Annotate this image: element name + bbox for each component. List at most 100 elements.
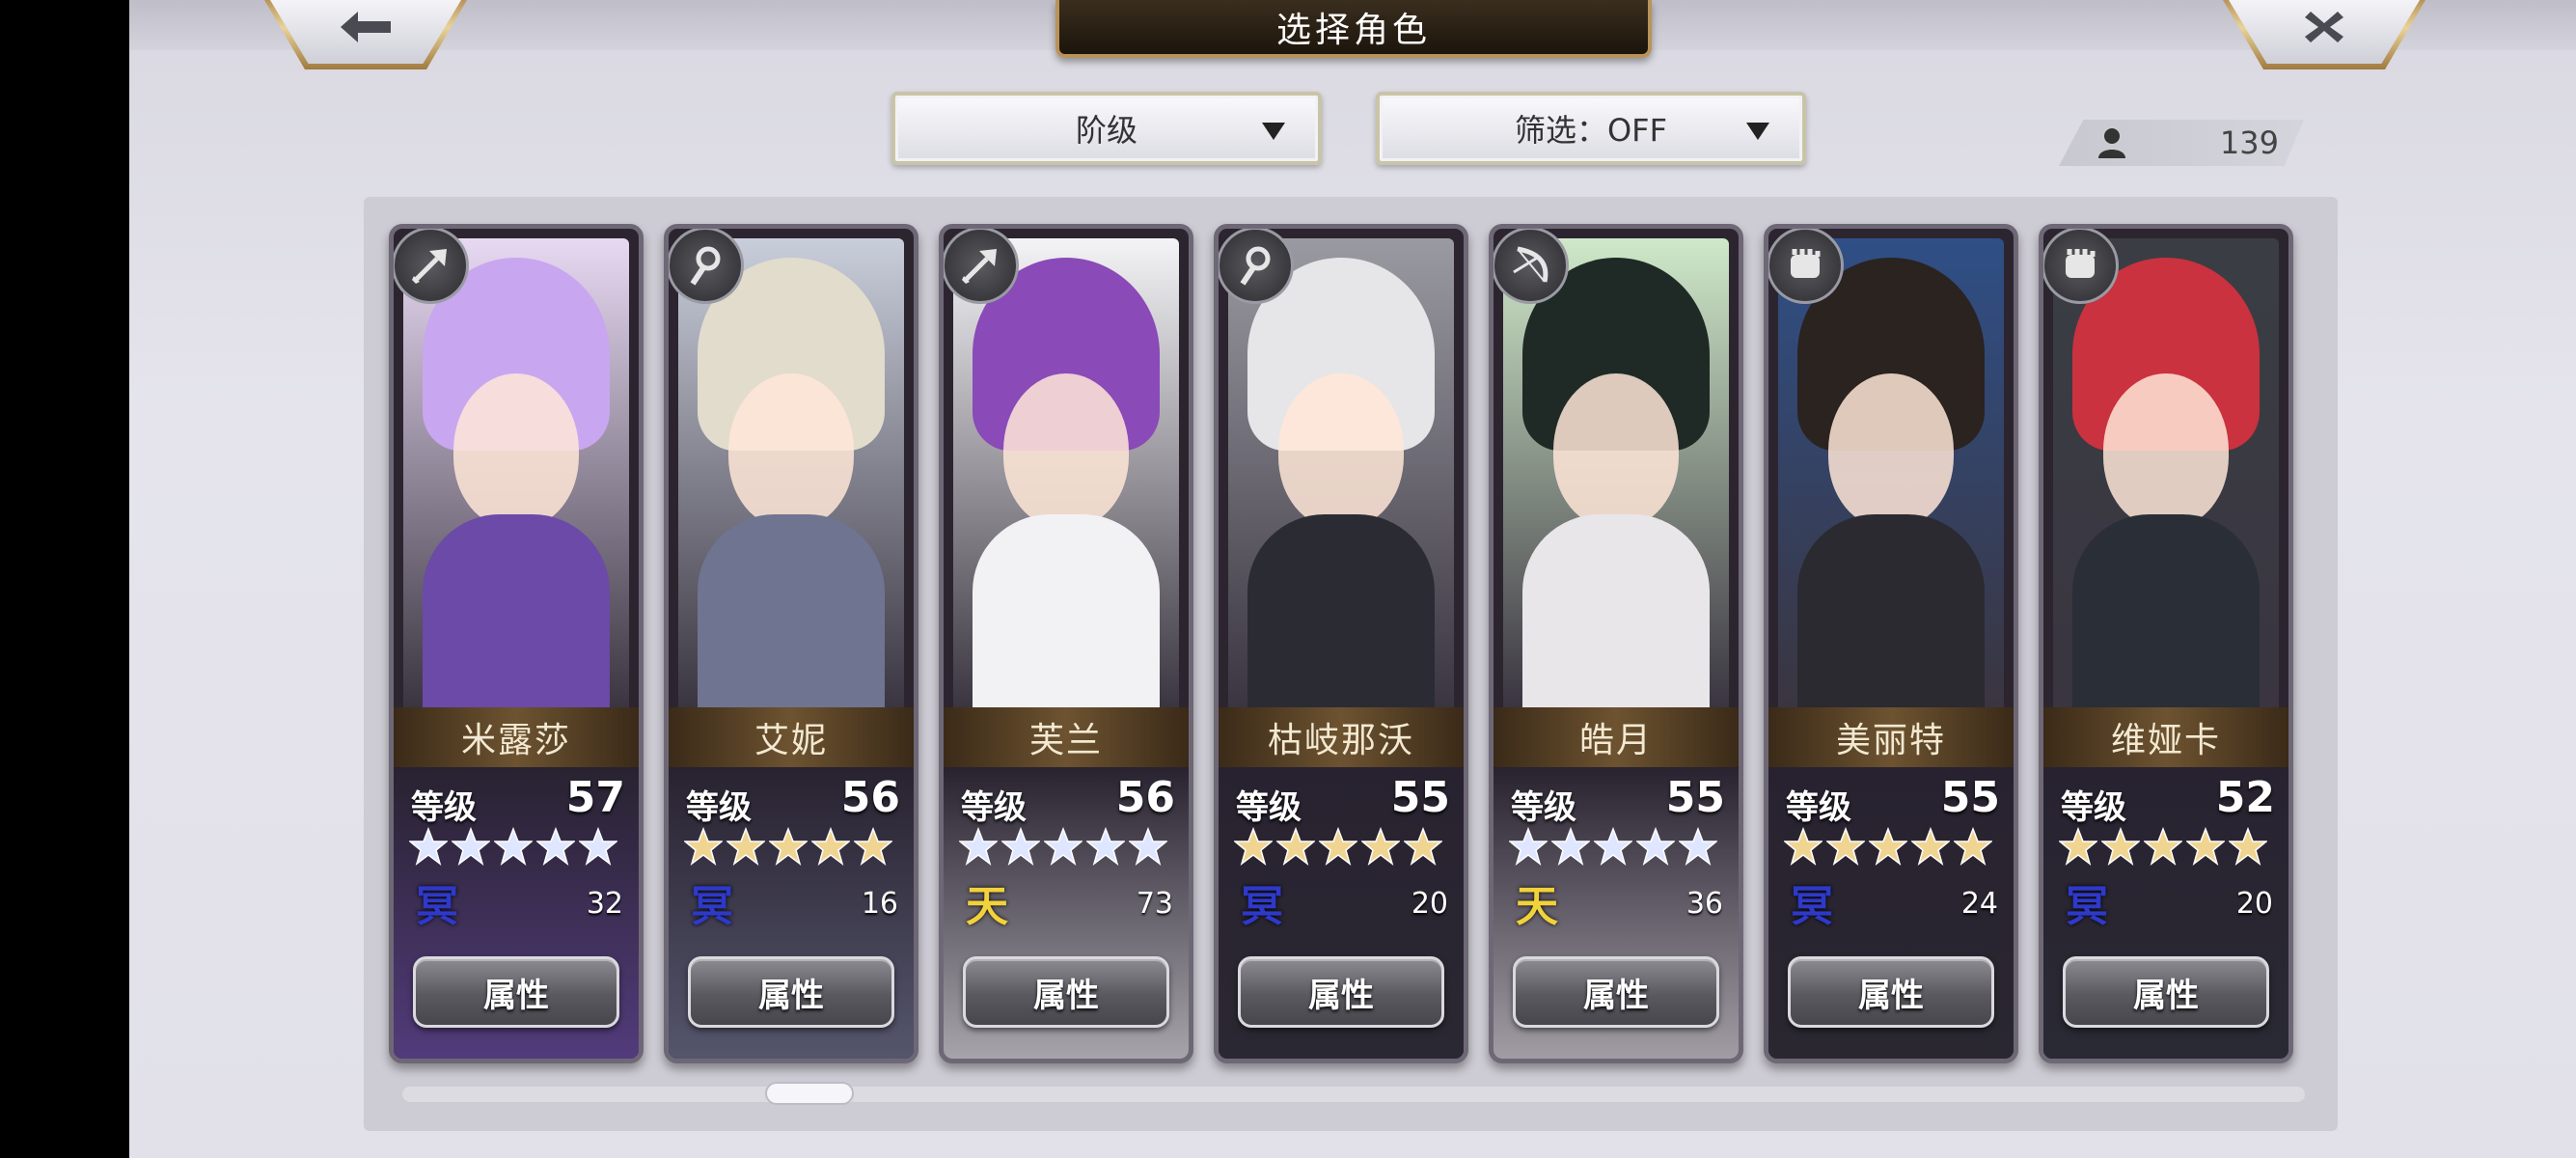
arrow-icon	[944, 229, 1019, 304]
character-portrait	[403, 238, 629, 707]
character-card[interactable]: 皓月 等级 55 天 36 属性	[1489, 224, 1743, 1063]
portrait-face	[2103, 373, 2229, 528]
star-icon	[959, 827, 998, 866]
star-icon	[1679, 827, 1717, 866]
character-stats: 等级 55 天 36 属性	[1494, 767, 1739, 1059]
star-rating	[409, 827, 617, 866]
level-label: 等级	[1236, 788, 1302, 827]
character-card[interactable]: 芙兰 等级 56 天 73 属性	[939, 224, 1193, 1063]
star-icon	[2229, 827, 2267, 866]
star-icon	[1869, 827, 1907, 866]
rank-sort-dropdown[interactable]: 阶级	[891, 92, 1322, 165]
character-card[interactable]: 枯岐那沃 等级 55 冥 20 属性	[1214, 224, 1468, 1063]
star-icon	[1129, 827, 1167, 866]
star-icon	[1276, 827, 1315, 866]
star-icon	[2144, 827, 2182, 866]
character-name: 枯岐那沃	[1219, 707, 1464, 767]
level-label: 等级	[2061, 788, 2126, 827]
bow-icon	[1494, 229, 1569, 304]
level-value: 56	[840, 773, 900, 822]
character-cards: 米露莎 等级 57 冥 32 属性 艾妮 等级 56 冥 16 属性 芙兰 等级…	[364, 197, 2338, 1131]
star-icon	[1404, 827, 1442, 866]
character-card[interactable]: 美丽特 等级 55 冥 24 属性	[1764, 224, 2018, 1063]
portrait-body	[698, 514, 885, 707]
horizontal-scrollbar[interactable]	[402, 1082, 2305, 1105]
element-value: 36	[1685, 887, 1723, 921]
filter-dropdown[interactable]: 筛选：OFF	[1376, 92, 1806, 165]
star-icon	[1551, 827, 1590, 866]
star-rating	[1784, 827, 1992, 866]
attribute-button[interactable]: 属性	[1238, 956, 1444, 1028]
level-value: 52	[2215, 773, 2275, 822]
star-icon	[1826, 827, 1865, 866]
portrait-body	[423, 514, 610, 707]
attribute-button[interactable]: 属性	[2063, 956, 2269, 1028]
arrow-left-icon	[341, 12, 391, 42]
star-icon	[1361, 827, 1400, 866]
level-value: 56	[1115, 773, 1175, 822]
portrait-body	[1522, 514, 1710, 707]
roster-count-value: 139	[2219, 124, 2279, 161]
star-icon	[811, 827, 850, 866]
scroll-thumb[interactable]	[765, 1082, 854, 1105]
level-value: 57	[565, 773, 625, 822]
character-card[interactable]: 米露莎 等级 57 冥 32 属性	[389, 224, 644, 1063]
person-icon	[2098, 128, 2125, 158]
portrait-body	[2072, 514, 2260, 707]
star-icon	[2059, 827, 2097, 866]
staff-icon	[669, 229, 744, 304]
element-icon: 冥	[691, 882, 733, 931]
page-title: 选择角色	[1055, 0, 1652, 58]
portrait-face	[1828, 373, 1954, 528]
star-icon	[726, 827, 765, 866]
portrait-body	[1247, 514, 1435, 707]
element-value: 32	[586, 887, 623, 921]
star-icon	[2101, 827, 2140, 866]
character-stats: 等级 55 冥 20 属性	[1219, 767, 1464, 1059]
attribute-button[interactable]: 属性	[413, 956, 619, 1028]
element-icon: 冥	[1241, 882, 1283, 931]
star-rating	[684, 827, 892, 866]
level-value: 55	[1940, 773, 2000, 822]
character-card[interactable]: 维娅卡 等级 52 冥 20 属性	[2039, 224, 2293, 1063]
star-icon	[409, 827, 448, 866]
level-label: 等级	[1511, 788, 1576, 827]
filter-label: 筛选：OFF	[1514, 112, 1667, 149]
star-icon	[1234, 827, 1273, 866]
character-name: 维娅卡	[2043, 707, 2288, 767]
attribute-button[interactable]: 属性	[1513, 956, 1719, 1028]
attribute-button[interactable]: 属性	[1788, 956, 1994, 1028]
staff-icon	[1219, 229, 1294, 304]
character-portrait	[1228, 238, 1454, 707]
star-icon	[536, 827, 575, 866]
star-icon	[1319, 827, 1357, 866]
attribute-button[interactable]: 属性	[963, 956, 1169, 1028]
element-icon: 天	[966, 882, 1008, 931]
element-icon: 冥	[2066, 882, 2108, 931]
character-name: 米露莎	[394, 707, 639, 767]
character-portrait	[953, 238, 1179, 707]
star-icon	[579, 827, 617, 866]
character-card[interactable]: 艾妮 等级 56 冥 16 属性	[664, 224, 918, 1063]
element-value: 20	[2235, 887, 2273, 921]
star-icon	[2186, 827, 2225, 866]
element-value: 16	[861, 887, 898, 921]
character-list-panel: 米露莎 等级 57 冥 32 属性 艾妮 等级 56 冥 16 属性 芙兰 等级…	[364, 197, 2338, 1131]
fist-icon	[1768, 229, 1844, 304]
level-value: 55	[1665, 773, 1725, 822]
portrait-body	[1797, 514, 1985, 707]
back-button[interactable]	[264, 0, 467, 69]
portrait-body	[973, 514, 1160, 707]
star-rating	[1234, 827, 1442, 866]
star-icon	[1044, 827, 1082, 866]
attribute-button[interactable]: 属性	[688, 956, 894, 1028]
portrait-face	[728, 373, 854, 528]
arrow-icon	[394, 229, 469, 304]
character-stats: 等级 52 冥 20 属性	[2043, 767, 2288, 1059]
star-icon	[1911, 827, 1950, 866]
star-icon	[1509, 827, 1548, 866]
star-rating	[1509, 827, 1717, 866]
close-button[interactable]	[2223, 0, 2425, 69]
character-name: 美丽特	[1768, 707, 2014, 767]
star-icon	[1001, 827, 1040, 866]
